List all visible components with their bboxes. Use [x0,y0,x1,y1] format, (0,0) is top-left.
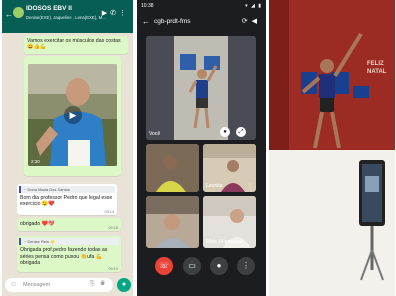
message-input[interactable]: ☺ Mensagem ⎘ ◉ [5,278,113,292]
phone-icon[interactable]: ✆ [110,10,119,17]
participant-video-image [146,196,199,248]
quoted-author: ~ Dona Maria Dos Santos [19,186,115,193]
mute-indicator-icon[interactable]: ● [220,127,230,137]
message-text: obrigado ❤️💖 [20,221,55,227]
studio-photo: FELIZ NATAL [269,0,395,296]
participant-tile[interactable]: Mais 14 pessoas [203,196,256,248]
meeting-title[interactable]: cgb-prdt-fms [154,18,190,25]
message-input-placeholder: Mensagem [23,282,51,288]
instructor-studio-photo [269,0,395,296]
back-arrow-icon[interactable]: ← [142,17,150,26]
group-avatar[interactable] [13,7,24,18]
self-label: Você [149,131,161,137]
mic-button[interactable]: ● [117,278,131,292]
chat-header: ← IDOSOS EBV II Denise(EXE), Jaqueline ,… [2,0,133,33]
camera-button[interactable]: ▭ [183,257,201,275]
message-text: Bom dia professor Pedro que legal esse e… [20,195,113,207]
chat-screenshot: ← IDOSOS EBV II Denise(EXE), Jaqueline ,… [2,0,133,296]
play-icon[interactable]: ▶ [64,106,82,124]
chat-message[interactable]: Vamos exercitar os músculos das costas😀👍… [24,36,128,54]
mic-button[interactable]: ● [210,257,228,275]
video-message[interactable]: ▶ 2:30 [24,56,121,176]
meeting-screenshot: 10:38 ▾ ◢ ▮ ← cgb-prdt-fms ⟳◀ Você ● ⤢ L… [137,0,266,296]
participant-video-image [146,144,199,192]
self-video-image [146,36,256,140]
participant-name: Leonita [206,183,223,189]
chat-message[interactable]: ~ Dona Maria Dos Santos Bom dia professo… [17,184,117,215]
chat-message[interactable]: ~ Denise Reis 🌟 Obrigada prof.pedro faze… [17,236,121,272]
video-icon[interactable]: ▶ [102,10,110,17]
video-thumbnail[interactable]: ▶ 2:30 [28,64,117,166]
more-participants-label[interactable]: Mais 14 pessoas [206,239,244,245]
header-actions: ▶✆⋮ [102,9,129,17]
more-options-button[interactable]: ⋮ [237,257,255,275]
message-text: Vamos exercitar os músculos das costas😀👍… [27,38,121,50]
participant-tile[interactable]: Leonita ⋮ [203,144,256,192]
group-name[interactable]: IDOSOS EBV II [26,5,72,12]
self-video-tile[interactable]: Você ● ⤢ [146,36,256,140]
camera-icon: ▭ [188,261,196,270]
end-call-button[interactable]: ☏ [155,257,173,275]
message-time: 09:18 [108,226,118,230]
attach-icon[interactable]: ⎘ ◉ [90,281,107,288]
back-arrow-icon[interactable]: ← [5,10,13,19]
status-icons: ▾ ◢ ▮ [245,3,262,9]
speaker-icon[interactable]: ◀ [252,18,261,25]
expand-icon[interactable]: ⤢ [236,127,246,137]
wall-sign: FELIZ NATAL [367,61,387,75]
meeting-toolbar: ⟳◀ [242,17,261,25]
group-members: Denise(EXE), Jaqueline , Lena(EXE), M... [26,15,106,20]
mic-icon: ● [216,261,222,270]
emoji-icon[interactable]: ☺ [10,281,17,288]
chat-message[interactable]: obrigado ❤️💖 09:18 [17,218,121,231]
message-time: 09:19 [108,267,118,271]
message-text: Obrigada prof.pedro fazendo todas as sér… [20,247,108,266]
video-duration: 2:30 [31,159,40,164]
participant-tile[interactable] [146,196,199,248]
participant-menu-icon[interactable]: ⋮ [247,183,253,190]
mic-icon: ● [121,281,127,288]
status-time: 10:38 [141,3,154,9]
menu-icon[interactable]: ⋮ [119,10,129,17]
switch-camera-icon[interactable]: ⟳ [242,18,252,25]
hang-up-icon: ☏ [158,261,169,270]
quoted-author: ~ Denise Reis 🌟 [19,238,119,245]
message-time: 09:14 [104,210,114,214]
more-options-icon: ⋮ [242,261,250,270]
participant-tile[interactable] [146,144,199,192]
